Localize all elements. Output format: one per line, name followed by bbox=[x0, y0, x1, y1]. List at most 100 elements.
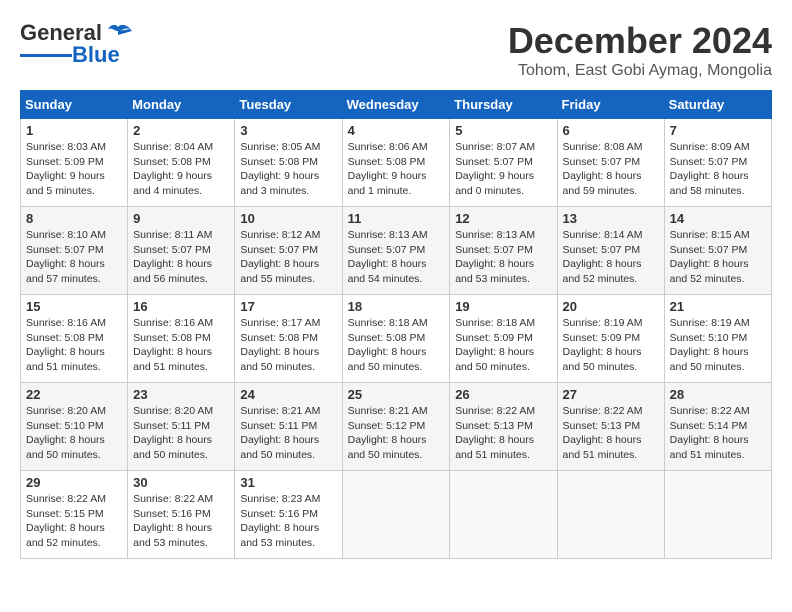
day-info: Sunrise: 8:18 AMSunset: 5:08 PMDaylight:… bbox=[348, 317, 428, 373]
day-info: Sunrise: 8:06 AMSunset: 5:08 PMDaylight:… bbox=[348, 141, 428, 197]
day-info: Sunrise: 8:05 AMSunset: 5:08 PMDaylight:… bbox=[240, 141, 320, 197]
day-info: Sunrise: 8:15 AMSunset: 5:07 PMDaylight:… bbox=[670, 229, 750, 285]
day-number: 3 bbox=[240, 123, 336, 138]
day-number: 21 bbox=[670, 299, 766, 314]
calendar-day-cell: 9 Sunrise: 8:11 AMSunset: 5:07 PMDayligh… bbox=[128, 207, 235, 295]
month-title: December 2024 bbox=[508, 20, 772, 62]
day-number: 23 bbox=[133, 387, 229, 402]
weekday-header: Sunday bbox=[21, 91, 128, 119]
calendar-day-cell: 6 Sunrise: 8:08 AMSunset: 5:07 PMDayligh… bbox=[557, 119, 664, 207]
day-info: Sunrise: 8:14 AMSunset: 5:07 PMDaylight:… bbox=[563, 229, 643, 285]
day-info: Sunrise: 8:22 AMSunset: 5:13 PMDaylight:… bbox=[455, 405, 535, 461]
logo: General Blue bbox=[20, 20, 132, 68]
day-number: 7 bbox=[670, 123, 766, 138]
day-info: Sunrise: 8:16 AMSunset: 5:08 PMDaylight:… bbox=[133, 317, 213, 373]
day-info: Sunrise: 8:22 AMSunset: 5:16 PMDaylight:… bbox=[133, 493, 213, 549]
weekday-header: Wednesday bbox=[342, 91, 450, 119]
calendar-day-cell: 25 Sunrise: 8:21 AMSunset: 5:12 PMDaylig… bbox=[342, 383, 450, 471]
calendar-day-cell: 3 Sunrise: 8:05 AMSunset: 5:08 PMDayligh… bbox=[235, 119, 342, 207]
day-number: 13 bbox=[563, 211, 659, 226]
day-number: 5 bbox=[455, 123, 551, 138]
day-info: Sunrise: 8:22 AMSunset: 5:14 PMDaylight:… bbox=[670, 405, 750, 461]
calendar-day-cell: 21 Sunrise: 8:19 AMSunset: 5:10 PMDaylig… bbox=[664, 295, 771, 383]
calendar-day-cell: 13 Sunrise: 8:14 AMSunset: 5:07 PMDaylig… bbox=[557, 207, 664, 295]
calendar-week-row: 29 Sunrise: 8:22 AMSunset: 5:15 PMDaylig… bbox=[21, 471, 772, 559]
day-info: Sunrise: 8:04 AMSunset: 5:08 PMDaylight:… bbox=[133, 141, 213, 197]
day-number: 18 bbox=[348, 299, 445, 314]
day-number: 31 bbox=[240, 475, 336, 490]
day-number: 14 bbox=[670, 211, 766, 226]
calendar-day-cell: 16 Sunrise: 8:16 AMSunset: 5:08 PMDaylig… bbox=[128, 295, 235, 383]
calendar-day-cell: 8 Sunrise: 8:10 AMSunset: 5:07 PMDayligh… bbox=[21, 207, 128, 295]
day-number: 15 bbox=[26, 299, 122, 314]
calendar-day-cell: 23 Sunrise: 8:20 AMSunset: 5:11 PMDaylig… bbox=[128, 383, 235, 471]
day-number: 19 bbox=[455, 299, 551, 314]
calendar-day-cell: 20 Sunrise: 8:19 AMSunset: 5:09 PMDaylig… bbox=[557, 295, 664, 383]
day-info: Sunrise: 8:20 AMSunset: 5:11 PMDaylight:… bbox=[133, 405, 213, 461]
day-info: Sunrise: 8:21 AMSunset: 5:11 PMDaylight:… bbox=[240, 405, 320, 461]
weekday-header: Thursday bbox=[450, 91, 557, 119]
calendar-header-row: SundayMondayTuesdayWednesdayThursdayFrid… bbox=[21, 91, 772, 119]
calendar-day-cell: 26 Sunrise: 8:22 AMSunset: 5:13 PMDaylig… bbox=[450, 383, 557, 471]
calendar-week-row: 8 Sunrise: 8:10 AMSunset: 5:07 PMDayligh… bbox=[21, 207, 772, 295]
calendar-day-cell: 7 Sunrise: 8:09 AMSunset: 5:07 PMDayligh… bbox=[664, 119, 771, 207]
day-number: 22 bbox=[26, 387, 122, 402]
day-number: 28 bbox=[670, 387, 766, 402]
calendar-day-cell bbox=[342, 471, 450, 559]
calendar-day-cell bbox=[450, 471, 557, 559]
day-number: 8 bbox=[26, 211, 122, 226]
weekday-header: Monday bbox=[128, 91, 235, 119]
day-number: 20 bbox=[563, 299, 659, 314]
day-number: 30 bbox=[133, 475, 229, 490]
day-number: 25 bbox=[348, 387, 445, 402]
calendar-day-cell: 18 Sunrise: 8:18 AMSunset: 5:08 PMDaylig… bbox=[342, 295, 450, 383]
day-number: 4 bbox=[348, 123, 445, 138]
day-number: 10 bbox=[240, 211, 336, 226]
calendar-day-cell: 10 Sunrise: 8:12 AMSunset: 5:07 PMDaylig… bbox=[235, 207, 342, 295]
day-number: 27 bbox=[563, 387, 659, 402]
day-number: 9 bbox=[133, 211, 229, 226]
calendar-day-cell: 1 Sunrise: 8:03 AMSunset: 5:09 PMDayligh… bbox=[21, 119, 128, 207]
logo-bird-icon bbox=[104, 23, 132, 43]
day-info: Sunrise: 8:21 AMSunset: 5:12 PMDaylight:… bbox=[348, 405, 428, 461]
calendar-day-cell bbox=[557, 471, 664, 559]
calendar-day-cell: 2 Sunrise: 8:04 AMSunset: 5:08 PMDayligh… bbox=[128, 119, 235, 207]
calendar-day-cell: 24 Sunrise: 8:21 AMSunset: 5:11 PMDaylig… bbox=[235, 383, 342, 471]
page-header: General Blue December 2024 Tohom, East G… bbox=[20, 20, 772, 80]
calendar-day-cell: 27 Sunrise: 8:22 AMSunset: 5:13 PMDaylig… bbox=[557, 383, 664, 471]
day-info: Sunrise: 8:07 AMSunset: 5:07 PMDaylight:… bbox=[455, 141, 535, 197]
weekday-header: Saturday bbox=[664, 91, 771, 119]
calendar-day-cell: 15 Sunrise: 8:16 AMSunset: 5:08 PMDaylig… bbox=[21, 295, 128, 383]
calendar-day-cell: 19 Sunrise: 8:18 AMSunset: 5:09 PMDaylig… bbox=[450, 295, 557, 383]
day-info: Sunrise: 8:19 AMSunset: 5:09 PMDaylight:… bbox=[563, 317, 643, 373]
day-info: Sunrise: 8:12 AMSunset: 5:07 PMDaylight:… bbox=[240, 229, 320, 285]
calendar-day-cell: 29 Sunrise: 8:22 AMSunset: 5:15 PMDaylig… bbox=[21, 471, 128, 559]
day-number: 17 bbox=[240, 299, 336, 314]
day-info: Sunrise: 8:19 AMSunset: 5:10 PMDaylight:… bbox=[670, 317, 750, 373]
day-number: 2 bbox=[133, 123, 229, 138]
calendar-day-cell: 11 Sunrise: 8:13 AMSunset: 5:07 PMDaylig… bbox=[342, 207, 450, 295]
day-info: Sunrise: 8:22 AMSunset: 5:15 PMDaylight:… bbox=[26, 493, 106, 549]
day-info: Sunrise: 8:10 AMSunset: 5:07 PMDaylight:… bbox=[26, 229, 106, 285]
calendar-day-cell: 28 Sunrise: 8:22 AMSunset: 5:14 PMDaylig… bbox=[664, 383, 771, 471]
day-number: 6 bbox=[563, 123, 659, 138]
calendar-day-cell: 31 Sunrise: 8:23 AMSunset: 5:16 PMDaylig… bbox=[235, 471, 342, 559]
calendar-day-cell: 4 Sunrise: 8:06 AMSunset: 5:08 PMDayligh… bbox=[342, 119, 450, 207]
calendar-table: SundayMondayTuesdayWednesdayThursdayFrid… bbox=[20, 90, 772, 559]
day-number: 29 bbox=[26, 475, 122, 490]
day-number: 26 bbox=[455, 387, 551, 402]
day-info: Sunrise: 8:13 AMSunset: 5:07 PMDaylight:… bbox=[348, 229, 428, 285]
calendar-week-row: 1 Sunrise: 8:03 AMSunset: 5:09 PMDayligh… bbox=[21, 119, 772, 207]
day-number: 12 bbox=[455, 211, 551, 226]
calendar-day-cell: 30 Sunrise: 8:22 AMSunset: 5:16 PMDaylig… bbox=[128, 471, 235, 559]
day-info: Sunrise: 8:11 AMSunset: 5:07 PMDaylight:… bbox=[133, 229, 212, 285]
day-info: Sunrise: 8:09 AMSunset: 5:07 PMDaylight:… bbox=[670, 141, 750, 197]
day-info: Sunrise: 8:03 AMSunset: 5:09 PMDaylight:… bbox=[26, 141, 106, 197]
day-number: 11 bbox=[348, 211, 445, 226]
day-info: Sunrise: 8:08 AMSunset: 5:07 PMDaylight:… bbox=[563, 141, 643, 197]
calendar-day-cell: 22 Sunrise: 8:20 AMSunset: 5:10 PMDaylig… bbox=[21, 383, 128, 471]
day-number: 1 bbox=[26, 123, 122, 138]
day-info: Sunrise: 8:17 AMSunset: 5:08 PMDaylight:… bbox=[240, 317, 320, 373]
calendar-day-cell: 12 Sunrise: 8:13 AMSunset: 5:07 PMDaylig… bbox=[450, 207, 557, 295]
calendar-day-cell: 14 Sunrise: 8:15 AMSunset: 5:07 PMDaylig… bbox=[664, 207, 771, 295]
